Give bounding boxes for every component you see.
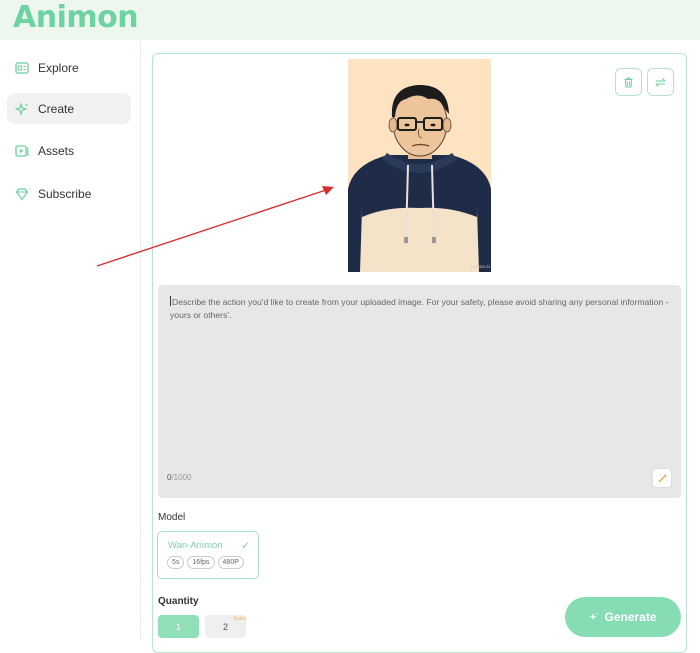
sidebar-item-explore[interactable]: Explore	[7, 52, 131, 83]
tag-duration: 5s	[167, 556, 185, 569]
magic-wand-icon	[658, 473, 667, 482]
image-watermark: animon.ai	[470, 264, 490, 269]
tag-fps: 16fps	[187, 556, 215, 569]
character-counter: 0/1000	[167, 473, 192, 482]
trash-icon	[624, 76, 633, 88]
sidebar-item-label: Subscribe	[38, 186, 92, 201]
sidebar-item-assets[interactable]: Assets	[7, 135, 131, 166]
quantity-label: Quantity	[158, 596, 199, 607]
sidebar: Explore Create Assets Subscribe	[0, 40, 141, 640]
portrait-illustration: animon.ai	[348, 59, 491, 272]
sidebar-item-subscribe[interactable]: Subscribe	[7, 178, 131, 209]
swap-image-button[interactable]	[647, 68, 674, 96]
assets-icon	[15, 144, 29, 158]
sparkle-icon	[589, 612, 599, 621]
generate-button[interactable]: Generate	[565, 597, 681, 637]
diamond-icon	[15, 187, 29, 201]
sidebar-item-label: Explore	[38, 60, 79, 75]
model-name: Wan-Animon	[168, 540, 223, 551]
generate-label: Generate	[604, 610, 657, 624]
sparkle-icon	[15, 101, 29, 116]
quantity-option-1[interactable]: 1	[158, 615, 199, 638]
sidebar-item-label: Create	[38, 101, 75, 116]
check-icon: ✓	[241, 540, 251, 552]
model-tags: 5s 16fps 480P	[167, 556, 244, 569]
app-logo[interactable]: Animon	[13, 0, 139, 36]
prompt-placeholder: Describe the action you'd like to create…	[170, 296, 669, 320]
uploaded-image[interactable]: animon.ai	[348, 59, 491, 272]
swap-icon	[655, 77, 666, 87]
tag-resolution: 480P	[217, 556, 244, 569]
top-bar: Animon	[0, 0, 700, 40]
sidebar-item-create[interactable]: Create	[7, 93, 131, 124]
explore-icon	[15, 61, 29, 75]
sidebar-item-label: Assets	[38, 143, 75, 158]
model-label: Model	[158, 512, 186, 523]
prompt-textarea[interactable]: Describe the action you'd like to create…	[158, 285, 681, 498]
model-option-wan-animon[interactable]: Wan-Animon ✓ 5s 16fps 480P	[157, 531, 259, 579]
enhance-prompt-button[interactable]	[652, 468, 672, 488]
quantity-badge: Extra	[234, 616, 246, 622]
delete-image-button[interactable]	[615, 68, 642, 96]
